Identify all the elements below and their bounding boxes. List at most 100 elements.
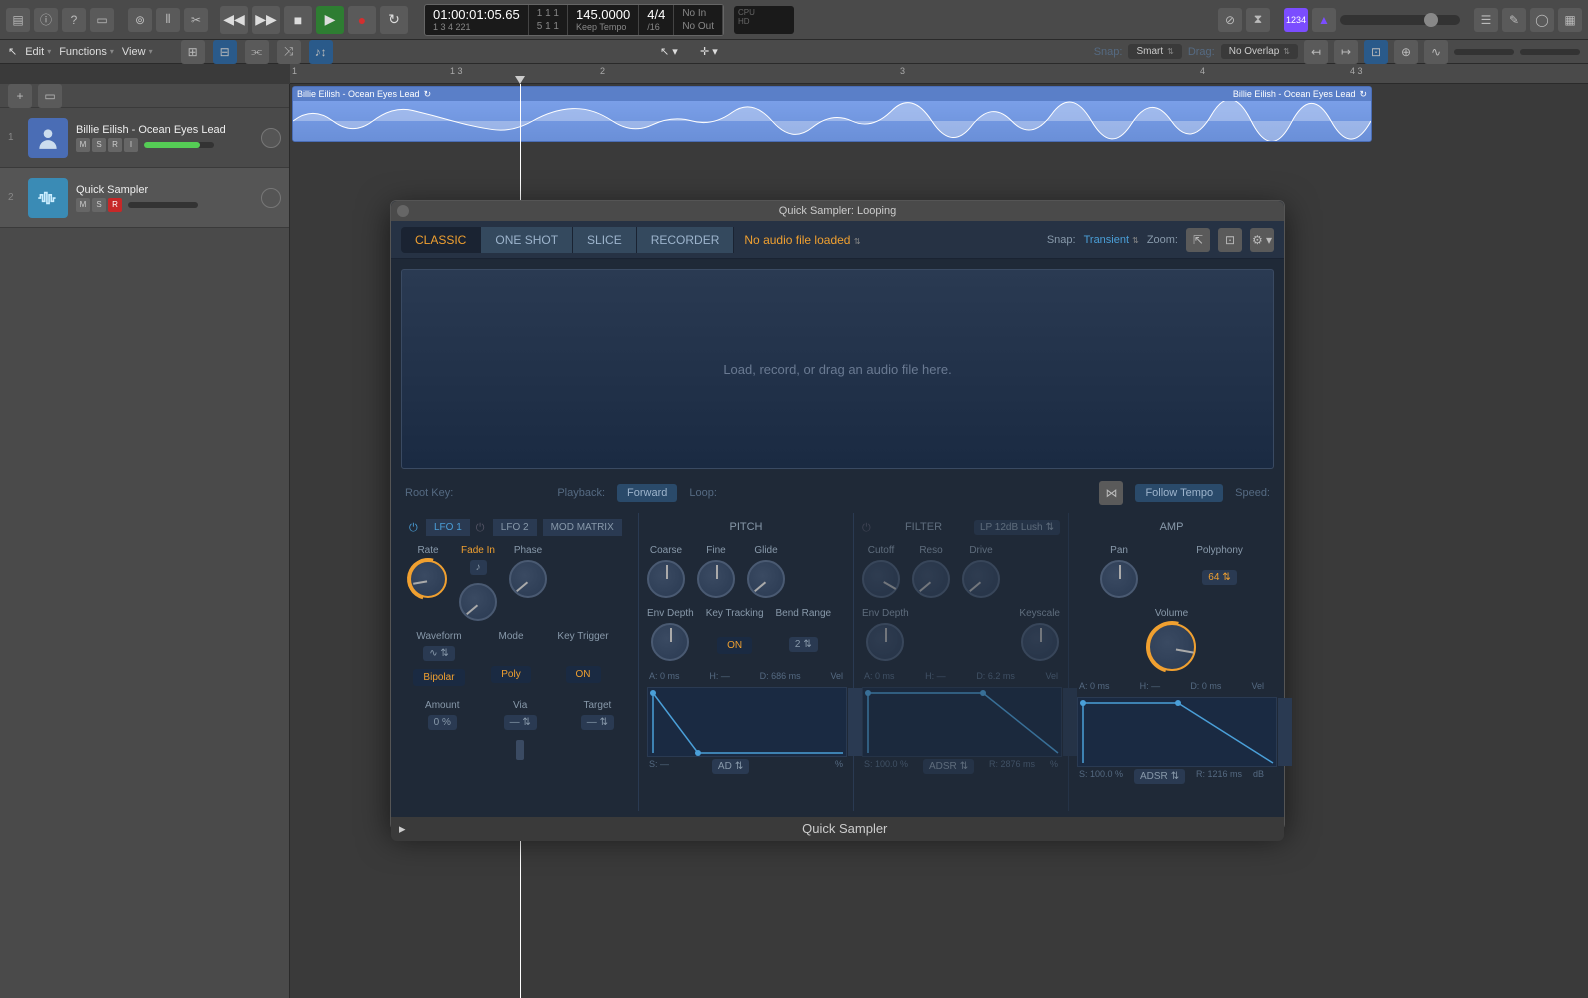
- catch-icon[interactable]: ⊟: [213, 40, 237, 64]
- snap-dropdown[interactable]: Smart⇅: [1128, 44, 1181, 59]
- inspector-icon[interactable]: ⓘ: [34, 8, 58, 32]
- nudge-left-icon[interactable]: ↤: [1304, 40, 1328, 64]
- snap-mode-dropdown[interactable]: Transient ⇅: [1084, 234, 1139, 246]
- functions-menu[interactable]: Functions▾: [59, 46, 114, 58]
- horizontal-zoom-slider[interactable]: [1520, 49, 1580, 55]
- tab-classic[interactable]: CLASSIC: [401, 227, 481, 253]
- tempo[interactable]: 145.0000: [576, 7, 630, 22]
- pointer-tool-icon[interactable]: ↖: [8, 45, 17, 58]
- keytrigger-button[interactable]: ON: [566, 666, 601, 683]
- record-button[interactable]: ●: [348, 6, 376, 34]
- tab-mod-matrix[interactable]: MOD MATRIX: [543, 519, 622, 536]
- power-icon[interactable]: ⏻: [409, 522, 420, 533]
- left-click-tool[interactable]: ↖ ▾: [660, 45, 678, 58]
- gear-icon[interactable]: ⚙ ▾: [1250, 228, 1274, 252]
- zoom-icon[interactable]: ⊕: [1394, 40, 1418, 64]
- count-in-icon[interactable]: ⧗: [1246, 8, 1270, 32]
- fadein-knob[interactable]: [459, 583, 497, 621]
- file-status[interactable]: No audio file loaded ⇅: [744, 233, 860, 247]
- cutoff-knob[interactable]: [862, 560, 900, 598]
- sample-drop-zone[interactable]: Load, record, or drag an audio file here…: [401, 269, 1274, 469]
- edit-menu[interactable]: Edit▾: [25, 46, 51, 58]
- audio-region[interactable]: Billie Eilish - Ocean Eyes Lead ↻ Billie…: [292, 86, 1372, 142]
- fine-knob[interactable]: [697, 560, 735, 598]
- coarse-knob[interactable]: [647, 560, 685, 598]
- track-volume-slider[interactable]: [144, 142, 214, 148]
- solo-button[interactable]: S: [92, 198, 106, 212]
- forward-button[interactable]: ▶▶: [252, 6, 280, 34]
- env-mode-select[interactable]: AD ⇅: [712, 759, 749, 774]
- pan-knob[interactable]: [261, 188, 281, 208]
- keytracking-button[interactable]: ON: [717, 637, 752, 654]
- toolbar-icon[interactable]: ▭: [90, 8, 114, 32]
- volume-knob[interactable]: [1148, 623, 1196, 671]
- flex-icon[interactable]: ♪↕: [309, 40, 333, 64]
- env-mode-select[interactable]: ADSR ⇅: [923, 759, 974, 774]
- rewind-button[interactable]: ◀◀: [220, 6, 248, 34]
- amp-envelope[interactable]: [1077, 697, 1277, 767]
- tab-slice[interactable]: SLICE: [573, 227, 637, 253]
- mute-button[interactable]: M: [76, 138, 90, 152]
- input-monitor-button[interactable]: I: [124, 138, 138, 152]
- smart-controls-icon[interactable]: ⊚: [128, 8, 152, 32]
- cmd-click-tool[interactable]: ✛ ▾: [700, 45, 718, 58]
- filter-type-select[interactable]: LP 12dB Lush ⇅: [974, 520, 1060, 535]
- pan-knob[interactable]: [1100, 560, 1138, 598]
- tab-lfo2[interactable]: LFO 2: [493, 519, 537, 536]
- loops-icon[interactable]: ◯: [1530, 8, 1554, 32]
- metronome-icon[interactable]: ▲: [1312, 8, 1336, 32]
- tab-oneshot[interactable]: ONE SHOT: [481, 227, 573, 253]
- duplicate-track-icon[interactable]: ▭: [38, 84, 62, 108]
- mixer-icon[interactable]: ⫴: [156, 8, 180, 32]
- solo-button[interactable]: S: [92, 138, 106, 152]
- cycle-button[interactable]: ↻: [380, 6, 408, 34]
- performance-meter[interactable]: CPU HD: [734, 6, 794, 34]
- filter-envdepth-knob[interactable]: [866, 623, 904, 661]
- rate-knob[interactable]: [409, 560, 447, 598]
- record-enable-button[interactable]: R: [108, 138, 122, 152]
- glide-knob[interactable]: [747, 560, 785, 598]
- pitch-envelope[interactable]: [647, 687, 847, 757]
- disclosure-icon[interactable]: ▸: [399, 817, 406, 841]
- stop-button[interactable]: ■: [284, 6, 312, 34]
- tab-recorder[interactable]: RECORDER: [637, 227, 735, 253]
- tuner-icon[interactable]: ⊘: [1218, 8, 1242, 32]
- record-enable-button[interactable]: R: [108, 198, 122, 212]
- via-select[interactable]: — ⇅: [504, 715, 537, 730]
- zoom-fit-icon[interactable]: ⇱: [1186, 228, 1210, 252]
- track-volume-slider[interactable]: [128, 202, 198, 208]
- amount-value[interactable]: 0 %: [428, 715, 457, 730]
- link-icon[interactable]: ⫘: [245, 40, 269, 64]
- drag-dropdown[interactable]: No Overlap⇅: [1221, 44, 1298, 59]
- phase-knob[interactable]: [509, 560, 547, 598]
- polyphony-value[interactable]: 64 ⇅: [1202, 570, 1237, 585]
- target-select[interactable]: — ⇅: [581, 715, 614, 730]
- timeline-ruler[interactable]: 1 1 3 2 3 4 4 3: [290, 64, 1588, 84]
- slider-handle[interactable]: [516, 740, 524, 760]
- editors-icon[interactable]: ✂: [184, 8, 208, 32]
- bars-beats[interactable]: 1 3 4 221: [433, 22, 520, 32]
- time-signature[interactable]: 4/4: [647, 7, 665, 22]
- grid-icon[interactable]: ⊞: [181, 40, 205, 64]
- follow-tempo-button[interactable]: Follow Tempo: [1135, 484, 1223, 502]
- loop-crossfade-icon[interactable]: ⋈: [1099, 481, 1123, 505]
- add-track-button[interactable]: +: [8, 84, 32, 108]
- bipolar-button[interactable]: Bipolar: [413, 669, 464, 686]
- drive-knob[interactable]: [962, 560, 1000, 598]
- scroll-in-play-icon[interactable]: ⊡: [1364, 40, 1388, 64]
- playhead-marker-icon[interactable]: [515, 76, 525, 84]
- power-icon[interactable]: ⏻: [862, 522, 873, 533]
- master-volume-slider[interactable]: [1340, 15, 1460, 25]
- power-icon[interactable]: ⏻: [476, 522, 487, 533]
- mode-button[interactable]: Poly: [491, 666, 530, 683]
- metronome-badge[interactable]: 1234: [1284, 8, 1308, 32]
- waveform-zoom-icon[interactable]: ∿: [1424, 40, 1448, 64]
- automation-icon[interactable]: ⤨: [277, 40, 301, 64]
- sync-icon[interactable]: ♪: [470, 560, 487, 575]
- filter-envelope[interactable]: [862, 687, 1062, 757]
- track-header[interactable]: 1 Billie Eilish - Ocean Eyes Lead M S R …: [0, 108, 289, 168]
- reso-knob[interactable]: [912, 560, 950, 598]
- zoom-selection-icon[interactable]: ⊡: [1218, 228, 1242, 252]
- playback-direction[interactable]: Forward: [617, 484, 677, 502]
- track-header[interactable]: 2 Quick Sampler M S R: [0, 168, 289, 228]
